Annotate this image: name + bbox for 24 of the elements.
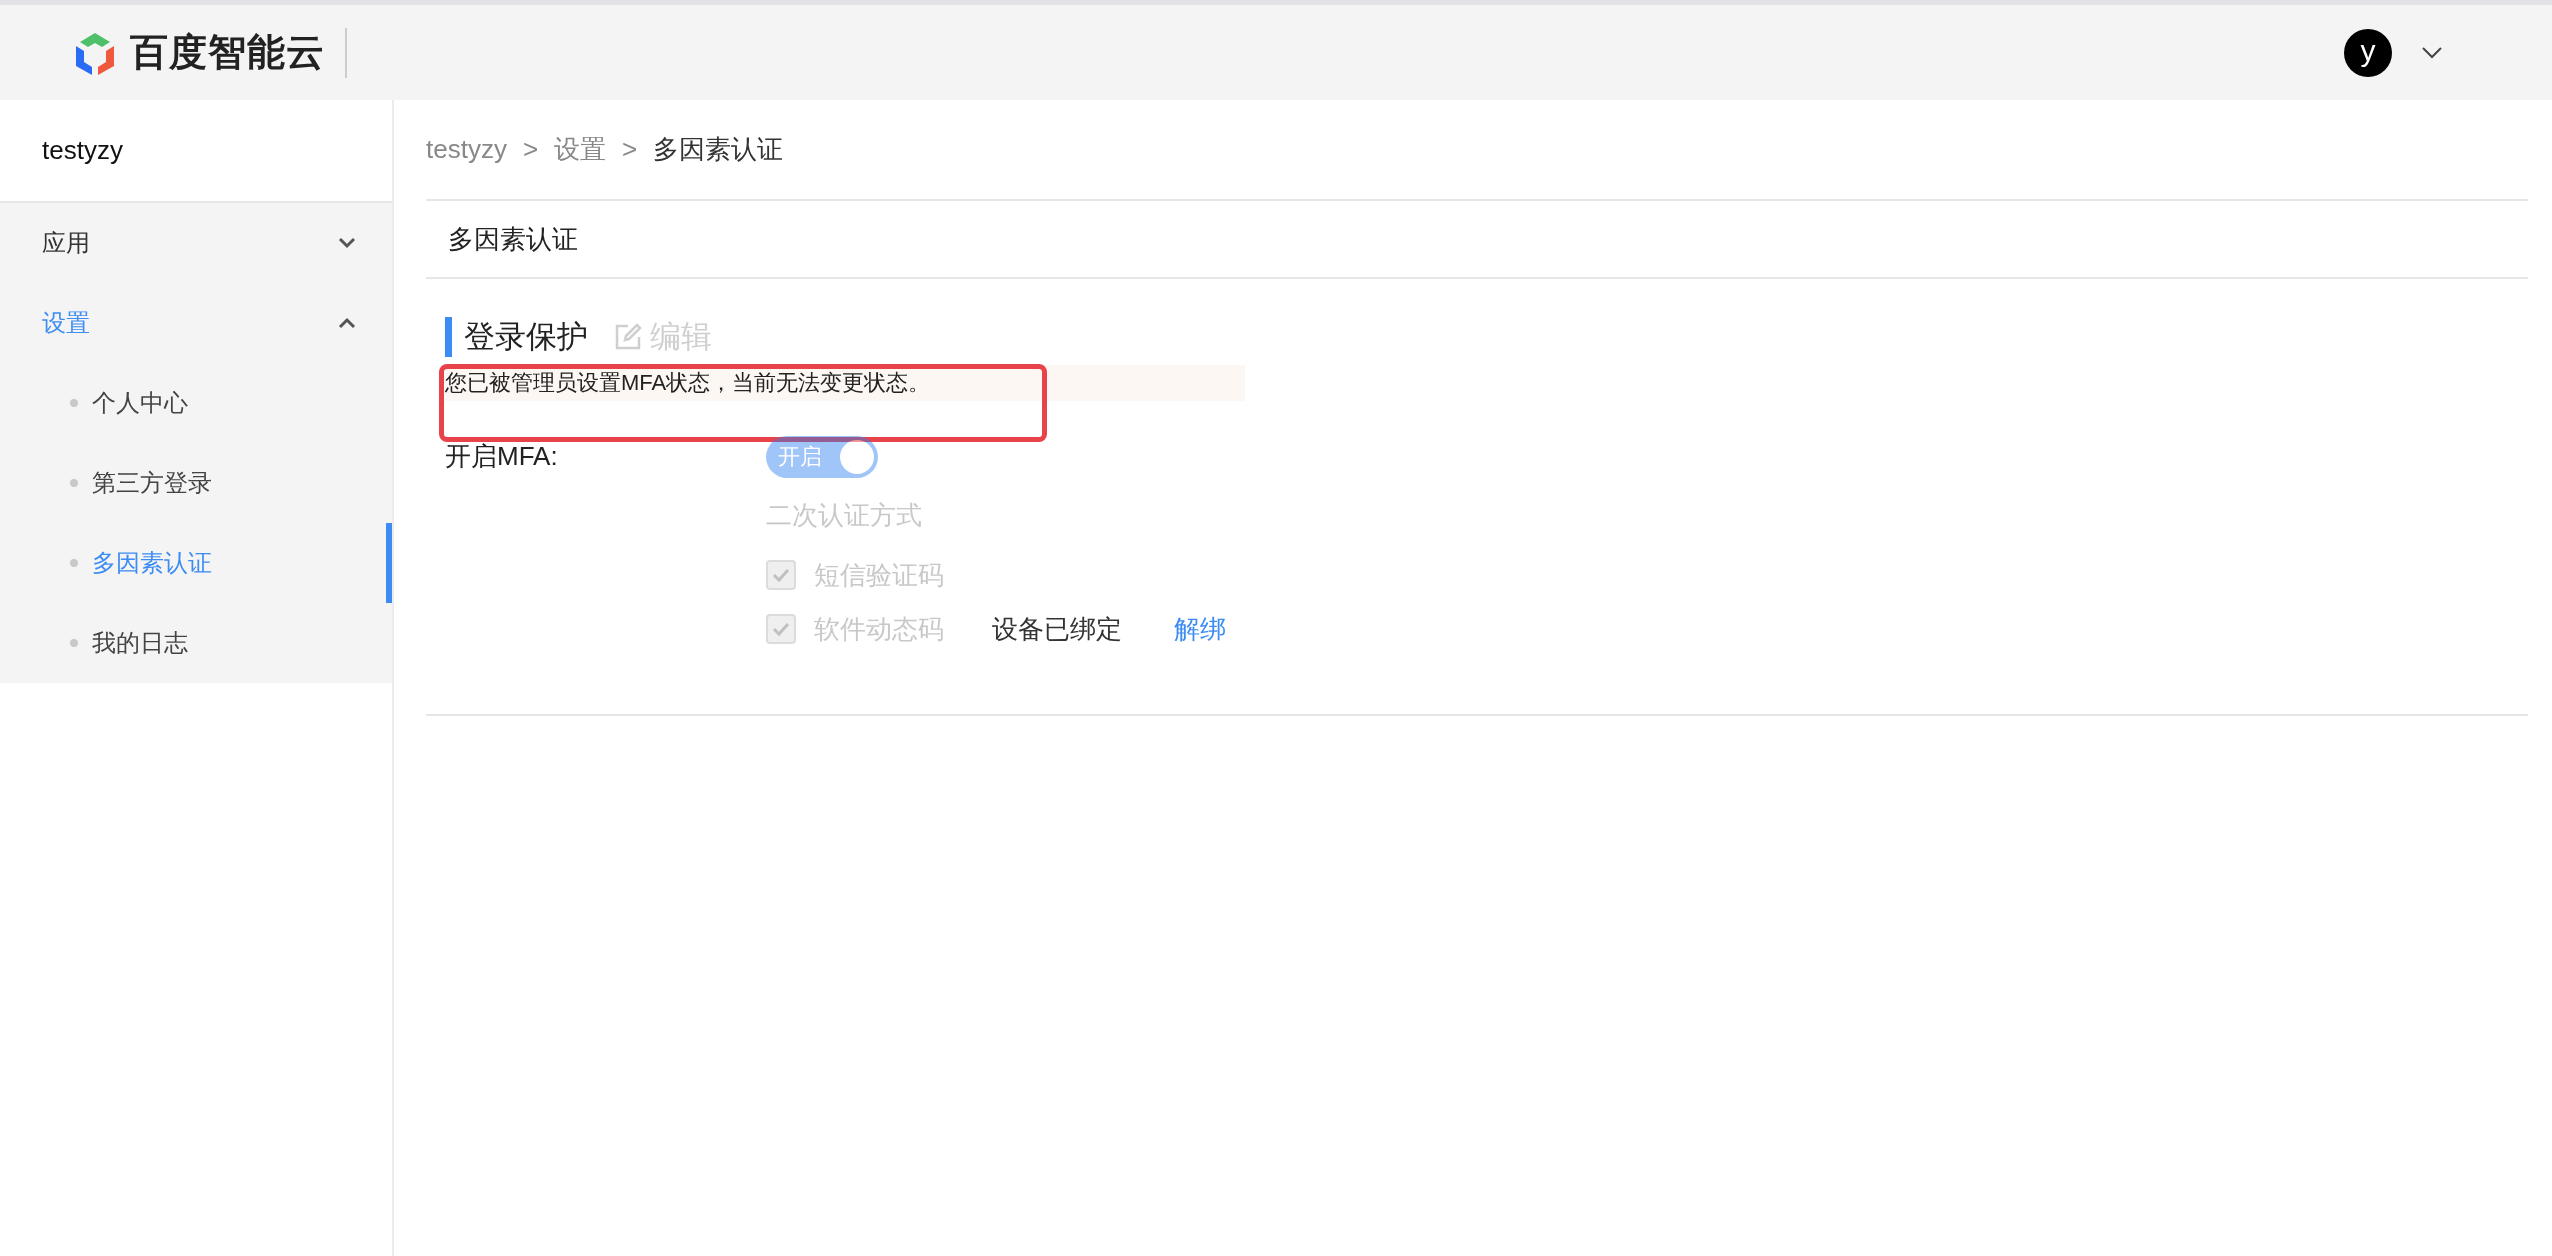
check-icon <box>772 568 790 582</box>
chevron-up-icon <box>338 317 356 329</box>
field-label: 开启MFA: <box>445 440 559 473</box>
notice-text: 您已被管理员设置MFA状态，当前无法变更状态。 <box>445 365 1245 401</box>
chevron-down-icon[interactable] <box>2422 46 2442 59</box>
menu-group[interactable]: 设置 <box>0 283 392 363</box>
menu-item[interactable]: 个人中心 <box>0 363 392 443</box>
logo-text: 百度智能云 <box>130 30 325 75</box>
menu-item[interactable]: 第三方登录 <box>0 443 392 523</box>
user-avatar[interactable]: y <box>2344 28 2392 77</box>
breadcrumb-item: 多因素认证 <box>653 133 784 166</box>
section-heading: 登录保护 <box>445 317 588 357</box>
breadcrumb-separator: > <box>522 134 539 165</box>
page-title: 多因素认证 <box>448 222 578 256</box>
menu-group[interactable]: 应用 <box>0 203 392 283</box>
binding-status: 设备已绑定 <box>992 612 1122 646</box>
menu-item[interactable]: 多因素认证 <box>0 523 392 603</box>
breadcrumb-item[interactable]: testyzy <box>426 134 507 165</box>
check-icon <box>772 622 790 636</box>
edit-icon <box>614 323 642 351</box>
chevron-down-icon <box>338 237 356 249</box>
breadcrumb-item[interactable]: 设置 <box>554 132 607 167</box>
breadcrumb-separator: > <box>622 134 638 165</box>
menu-item[interactable]: 我的日志 <box>0 603 392 683</box>
